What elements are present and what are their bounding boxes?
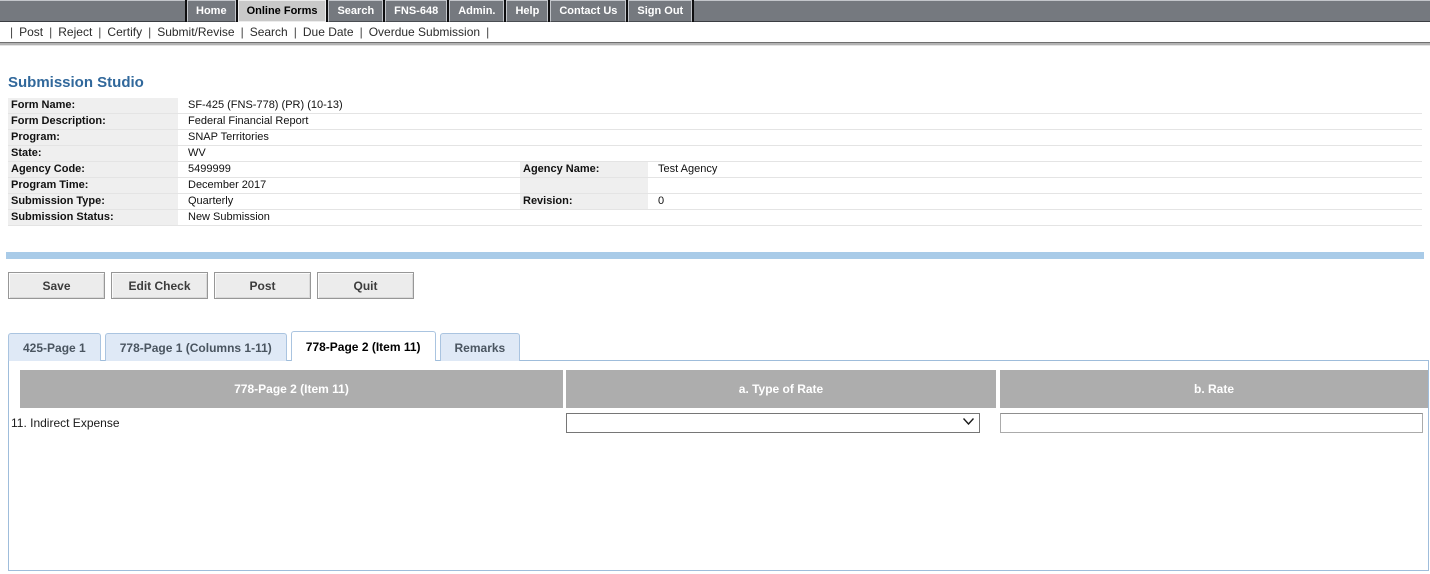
detail-label: Submission Status:	[8, 210, 178, 225]
nav-item-online-forms[interactable]: Online Forms	[237, 0, 327, 22]
detail-value: December 2017	[188, 179, 267, 191]
detail-value: Test Agency	[658, 163, 718, 175]
nav-item-contact-us[interactable]: Contact Us	[550, 0, 627, 22]
toolbar: Save Edit Check Post Quit	[8, 272, 1430, 299]
detail-label: Agency Name:	[520, 162, 648, 177]
action-overdue-submission[interactable]: Overdue Submission	[369, 25, 480, 39]
horizontal-divider	[0, 42, 1430, 46]
detail-value: Federal Financial Report	[188, 115, 309, 127]
type-of-rate-select[interactable]	[566, 413, 980, 433]
type-of-rate-select-wrap	[566, 413, 980, 433]
nav-item-sign-out[interactable]: Sign Out	[628, 0, 693, 22]
nav-item-admin[interactable]: Admin.	[449, 0, 505, 22]
detail-row-program-time: Program Time: December 2017	[8, 178, 1422, 194]
form-table-header: 778-Page 2 (Item 11) a. Type of Rate b. …	[20, 370, 1428, 408]
header-rate: b. Rate	[1000, 370, 1428, 408]
tab-425-page-1[interactable]: 425-Page 1	[8, 333, 101, 361]
form-tabs: 425-Page 1 778-Page 1 (Columns 1-11) 778…	[8, 330, 1430, 361]
edit-check-button[interactable]: Edit Check	[111, 272, 208, 299]
tab-778-page-1[interactable]: 778-Page 1 (Columns 1-11)	[104, 333, 287, 361]
action-submit-revise[interactable]: Submit/Revise	[157, 25, 234, 39]
separator: |	[359, 25, 363, 39]
detail-label	[520, 178, 648, 193]
detail-label: Program Time:	[8, 178, 178, 193]
nav-item-home[interactable]: Home	[187, 0, 236, 22]
detail-row-state: State: WV	[8, 146, 1422, 162]
detail-row-form-name: Form Name: SF-425 (FNS-778) (PR) (10-13)	[8, 98, 1422, 114]
separator: |	[10, 25, 14, 39]
submission-details-table: Form Name: SF-425 (FNS-778) (PR) (10-13)…	[8, 98, 1422, 226]
detail-value: 0	[658, 195, 665, 207]
action-due-date[interactable]: Due Date	[303, 25, 354, 39]
detail-label: State:	[8, 146, 178, 161]
detail-value: SNAP Territories	[188, 131, 269, 143]
detail-row-agency-code: Agency Code: 5499999 Agency Name: Test A…	[8, 162, 1422, 178]
nav-item-help[interactable]: Help	[506, 0, 549, 22]
page-title: Submission Studio	[8, 74, 144, 91]
detail-label: Submission Type:	[8, 194, 178, 209]
action-search[interactable]: Search	[250, 25, 288, 39]
indirect-expense-row: 11. Indirect Expense	[9, 413, 1428, 433]
detail-row-form-description: Form Description: Federal Financial Repo…	[8, 114, 1422, 130]
blue-divider-bar	[6, 252, 1424, 259]
detail-row-program: Program: SNAP Territories	[8, 130, 1422, 146]
separator: |	[49, 25, 53, 39]
indirect-expense-label: 11. Indirect Expense	[11, 416, 120, 430]
tab-778-page-2[interactable]: 778-Page 2 (Item 11)	[290, 331, 436, 361]
top-navigation: Home Online Forms Search FNS-648 Admin. …	[0, 0, 1430, 22]
action-reject[interactable]: Reject	[58, 25, 92, 39]
nav-filler-left	[0, 0, 185, 22]
action-menu: | Post | Reject | Certify | Submit/Revis…	[0, 22, 1430, 42]
action-post[interactable]: Post	[19, 25, 43, 39]
header-section-title: 778-Page 2 (Item 11)	[20, 370, 563, 408]
nav-item-search[interactable]: Search	[328, 0, 384, 22]
nav-item-fns-648[interactable]: FNS-648	[385, 0, 448, 22]
detail-label: Form Description:	[8, 114, 178, 129]
detail-value	[648, 178, 1422, 193]
detail-row-submission-status: Submission Status: New Submission	[8, 210, 1422, 226]
save-button[interactable]: Save	[8, 272, 105, 299]
detail-label: Program:	[8, 130, 178, 145]
detail-label: Form Name:	[8, 98, 178, 113]
separator: |	[98, 25, 102, 39]
action-certify[interactable]: Certify	[107, 25, 142, 39]
detail-label: Revision:	[520, 194, 648, 209]
detail-value: New Submission	[188, 211, 270, 223]
detail-row-submission-type: Submission Type: Quarterly Revision: 0	[8, 194, 1422, 210]
detail-value: SF-425 (FNS-778) (PR) (10-13)	[188, 99, 343, 111]
separator: |	[240, 25, 244, 39]
rate-input[interactable]	[1000, 413, 1423, 433]
nav-filler-right	[694, 0, 1430, 22]
tab-remarks[interactable]: Remarks	[439, 333, 521, 361]
detail-label: Agency Code:	[8, 162, 178, 177]
detail-value: Quarterly	[188, 195, 234, 207]
header-type-of-rate: a. Type of Rate	[566, 370, 996, 408]
separator: |	[148, 25, 152, 39]
quit-button[interactable]: Quit	[317, 272, 414, 299]
separator: |	[486, 25, 490, 39]
detail-value: 5499999	[188, 163, 231, 175]
separator: |	[293, 25, 297, 39]
post-button[interactable]: Post	[214, 272, 311, 299]
tab-content-panel: 778-Page 2 (Item 11) a. Type of Rate b. …	[8, 360, 1429, 571]
detail-value: WV	[188, 147, 206, 159]
